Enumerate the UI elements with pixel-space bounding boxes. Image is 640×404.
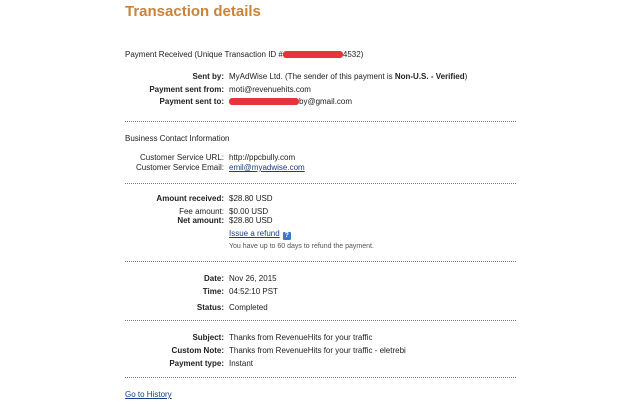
- sent-by-close: ): [464, 72, 468, 81]
- section-divider: [125, 121, 516, 122]
- custom-note-label: Custom Note:: [171, 346, 224, 355]
- section-divider: [125, 377, 516, 378]
- payment-type-row: Payment type: Instant: [0, 358, 640, 369]
- page-title: Transaction details: [125, 3, 261, 20]
- date-row: Date: Nov 26, 2015: [0, 273, 640, 284]
- footer-row: Go to History: [0, 389, 640, 400]
- sent-from-row: Payment sent from: moti@revenuehits.com: [0, 84, 640, 95]
- redacted-transaction-id: [282, 51, 343, 58]
- payment-received-heading: Payment Received: [125, 50, 193, 59]
- issue-refund-link[interactable]: Issue a refund: [229, 229, 280, 238]
- business-contact-heading-row: Business Contact Information: [0, 133, 640, 144]
- time-row: Time: 04:52:10 PST: [0, 286, 640, 297]
- sent-by-row: Sent by: MyAdWise Ltd. (The sender of th…: [0, 71, 640, 82]
- sender-status: Non-U.S. - Verified: [394, 72, 465, 81]
- status-value: Completed: [229, 303, 268, 312]
- time-value: 04:52:10 PST: [229, 287, 278, 296]
- refund-note: You have up to 60 days to refund the pay…: [229, 243, 374, 250]
- go-to-history-link[interactable]: Go to History: [125, 389, 172, 400]
- payment-type-label: Payment type:: [169, 359, 224, 368]
- net-amount-value: $28.80 USD: [229, 216, 273, 225]
- customer-service-email-row: Customer Service Email: emil@myadwise.co…: [0, 162, 640, 173]
- amount-received-label: Amount received:: [156, 194, 224, 203]
- date-label: Date:: [203, 274, 224, 283]
- business-contact-heading: Business Contact Information: [125, 134, 230, 143]
- custom-note-value: Thanks from RevenueHits for your traffic…: [229, 346, 406, 355]
- subject-row: Subject: Thanks from RevenueHits for you…: [0, 332, 640, 343]
- subject-label: Subject:: [192, 333, 224, 342]
- sent-to-label: Payment sent to:: [159, 97, 224, 106]
- sent-to-suffix: by@gmail.com: [299, 97, 353, 106]
- subject-value: Thanks from RevenueHits for your traffic: [229, 333, 373, 342]
- sent-from-label: Payment sent from:: [149, 85, 224, 94]
- transaction-id-prefix: (Unique Transaction ID #: [194, 50, 283, 59]
- section-divider: [125, 261, 516, 262]
- section-divider: [125, 320, 516, 321]
- sent-by-value: MyAdWise Ltd. (The sender of this paymen…: [229, 72, 395, 81]
- redacted-recipient-email: [229, 98, 299, 105]
- status-label: Status:: [196, 303, 224, 312]
- date-value: Nov 26, 2015: [229, 274, 277, 283]
- refund-row: Issue a refund?: [0, 228, 640, 240]
- payment-type-value: Instant: [229, 359, 254, 368]
- transaction-id-suffix: 4532): [342, 50, 364, 59]
- net-amount-row: Net amount: $28.80 USD: [0, 215, 640, 226]
- payment-received-row: Payment Received (Unique Transaction ID …: [0, 49, 640, 60]
- refund-note-row: You have up to 60 days to refund the pay…: [0, 241, 640, 252]
- time-label: Time:: [202, 287, 224, 296]
- customer-service-email-label: Customer Service Email:: [135, 163, 224, 172]
- sent-from-value: moti@revenuehits.com: [229, 85, 311, 94]
- sent-to-row: Payment sent to: by@gmail.com: [0, 96, 640, 107]
- section-divider: [125, 183, 516, 184]
- sent-by-label: Sent by:: [192, 72, 224, 81]
- net-amount-label: Net amount:: [177, 216, 224, 225]
- amount-received-row: Amount received: $28.80 USD: [0, 193, 640, 204]
- custom-note-row: Custom Note: Thanks from RevenueHits for…: [0, 345, 640, 356]
- customer-service-email-link[interactable]: emil@myadwise.com: [229, 162, 305, 173]
- status-row: Status: Completed: [0, 302, 640, 313]
- amount-received-value: $28.80 USD: [229, 194, 273, 203]
- help-icon[interactable]: ?: [282, 232, 291, 240]
